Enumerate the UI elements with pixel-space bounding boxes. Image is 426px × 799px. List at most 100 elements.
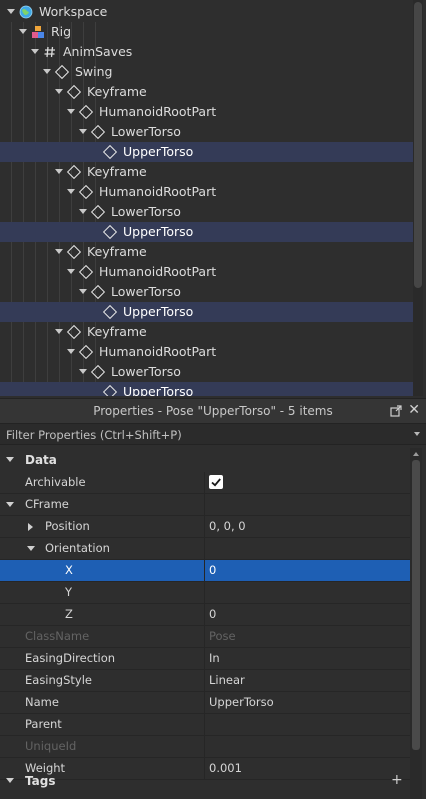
tree-item-humanoidrootpart[interactable]: HumanoidRootPart <box>0 102 413 122</box>
tree-item-uppertorso[interactable]: UpperTorso <box>0 222 413 242</box>
diamond-icon <box>66 244 82 260</box>
expand-arrow-icon[interactable] <box>79 289 87 294</box>
property-name: EasingDirection <box>25 651 116 665</box>
expand-arrow-icon[interactable] <box>79 209 87 214</box>
properties-scrollbar-thumb[interactable] <box>412 460 420 750</box>
tree-item-humanoidrootpart[interactable]: HumanoidRootPart <box>0 342 413 362</box>
close-icon[interactable]: ✕ <box>408 402 420 418</box>
tree-item-keyframe[interactable]: Keyframe <box>0 322 413 342</box>
property-value[interactable]: 0, 0, 0 <box>209 519 246 533</box>
category-label: Tags <box>25 774 56 788</box>
tree-item-keyframe[interactable]: Keyframe <box>0 82 413 102</box>
expand-arrow-icon[interactable] <box>67 109 75 114</box>
tree-item-label: Workspace <box>39 4 108 19</box>
expand-arrow-icon[interactable] <box>79 369 87 374</box>
property-row-cframe[interactable]: CFrame <box>0 494 410 516</box>
property-row-parent[interactable]: Parent <box>0 714 410 736</box>
tree-item-lowertorso[interactable]: LowerTorso <box>0 202 413 222</box>
expand-arrow-icon[interactable] <box>67 189 75 194</box>
add-tag-icon[interactable]: + <box>391 773 403 787</box>
tree-item-label: Swing <box>75 64 113 79</box>
property-value[interactable]: In <box>209 651 220 665</box>
tree-item-label: Keyframe <box>87 164 147 179</box>
tree-item-keyframe[interactable]: Keyframe <box>0 242 413 262</box>
tree-item-lowertorso[interactable]: LowerTorso <box>0 282 413 302</box>
property-value[interactable]: 0 <box>209 563 216 577</box>
diamond-icon <box>66 324 82 340</box>
property-row-x[interactable]: X 0 <box>0 560 410 582</box>
expand-arrow-icon[interactable] <box>55 169 63 174</box>
tree-item-label: HumanoidRootPart <box>99 264 217 279</box>
diamond-icon <box>90 364 106 380</box>
property-name: ClassName <box>25 629 90 643</box>
tree-item-label: Keyframe <box>87 84 147 99</box>
explorer-scrollbar[interactable] <box>413 0 423 396</box>
property-row-name[interactable]: Name UpperTorso <box>0 692 410 714</box>
property-value: Pose <box>209 629 236 643</box>
tree-item-lowertorso[interactable]: LowerTorso <box>0 122 413 142</box>
property-value[interactable]: Linear <box>209 673 245 687</box>
property-value[interactable]: UpperTorso <box>209 695 274 709</box>
property-row-easingstyle[interactable]: EasingStyle Linear <box>0 670 410 692</box>
tree-item-workspace[interactable]: Workspace <box>0 2 413 22</box>
model-icon <box>31 25 45 39</box>
tree-item-label: AnimSaves <box>63 44 133 59</box>
expand-arrow-icon[interactable] <box>7 9 15 14</box>
collapse-arrow-icon[interactable] <box>27 546 35 551</box>
property-row-uniqueid: UniqueId <box>0 736 410 758</box>
dock-icon[interactable] <box>390 405 402 417</box>
expand-arrow-icon[interactable] <box>43 69 51 74</box>
tree-item-humanoidrootpart[interactable]: HumanoidRootPart <box>0 182 413 202</box>
property-row-easingdirection[interactable]: EasingDirection In <box>0 648 410 670</box>
property-row-y[interactable]: Y <box>0 582 410 604</box>
filter-bar <box>0 424 426 446</box>
property-row-orientation[interactable]: Orientation <box>0 538 410 560</box>
tree-item-lowertorso[interactable]: LowerTorso <box>0 362 413 382</box>
tree-item-label: UpperTorso <box>123 224 194 239</box>
expand-arrow-icon[interactable] <box>31 49 39 54</box>
properties-scrollbar[interactable] <box>410 448 422 799</box>
category-data[interactable]: Data <box>0 448 410 472</box>
tree-item-swing[interactable]: Swing <box>0 62 413 82</box>
expand-arrow-icon[interactable] <box>19 29 27 34</box>
expand-arrow-icon[interactable] <box>6 502 14 507</box>
property-row-z[interactable]: Z 0 <box>0 604 410 626</box>
scroll-up-icon[interactable] <box>413 452 419 456</box>
diamond-icon <box>102 384 118 396</box>
expand-arrow-icon[interactable] <box>55 329 63 334</box>
category-tags[interactable]: Tags + <box>0 769 410 793</box>
property-name: EasingStyle <box>25 673 92 687</box>
tree-item-animsaves[interactable]: AnimSaves <box>0 42 413 62</box>
collapse-arrow-icon[interactable] <box>6 778 14 783</box>
tree-item-keyframe[interactable]: Keyframe <box>0 162 413 182</box>
expand-arrow-icon[interactable] <box>67 349 75 354</box>
diamond-icon <box>90 124 106 140</box>
expand-arrow-icon[interactable] <box>79 129 87 134</box>
tree-item-rig[interactable]: Rig <box>0 22 413 42</box>
archivable-checkbox[interactable] <box>209 475 223 489</box>
property-name: X <box>65 563 73 577</box>
diamond-icon <box>66 84 82 100</box>
filter-properties-input[interactable] <box>0 424 408 446</box>
tree-item-label: LowerTorso <box>111 124 181 139</box>
tree-item-label: HumanoidRootPart <box>99 344 217 359</box>
property-row-archivable[interactable]: Archivable <box>0 472 410 494</box>
property-row-position[interactable]: Position 0, 0, 0 <box>0 516 410 538</box>
collapse-arrow-icon[interactable] <box>6 457 14 462</box>
property-name: UniqueId <box>25 739 77 753</box>
tree-item-uppertorso[interactable]: UpperTorso <box>0 382 413 396</box>
property-name: Y <box>65 585 73 599</box>
diamond-icon <box>78 344 94 360</box>
property-value[interactable]: 0 <box>209 607 216 621</box>
tree-item-label: Keyframe <box>87 324 147 339</box>
expand-arrow-icon[interactable] <box>67 269 75 274</box>
tree-item-uppertorso[interactable]: UpperTorso <box>0 142 413 162</box>
explorer-scrollbar-thumb[interactable] <box>414 2 422 288</box>
chevron-down-icon[interactable] <box>414 432 420 436</box>
expand-arrow-icon[interactable] <box>28 523 33 531</box>
property-name: Archivable <box>25 475 86 489</box>
expand-arrow-icon[interactable] <box>55 249 63 254</box>
tree-item-humanoidrootpart[interactable]: HumanoidRootPart <box>0 262 413 282</box>
tree-item-uppertorso[interactable]: UpperTorso <box>0 302 413 322</box>
expand-arrow-icon[interactable] <box>55 89 63 94</box>
